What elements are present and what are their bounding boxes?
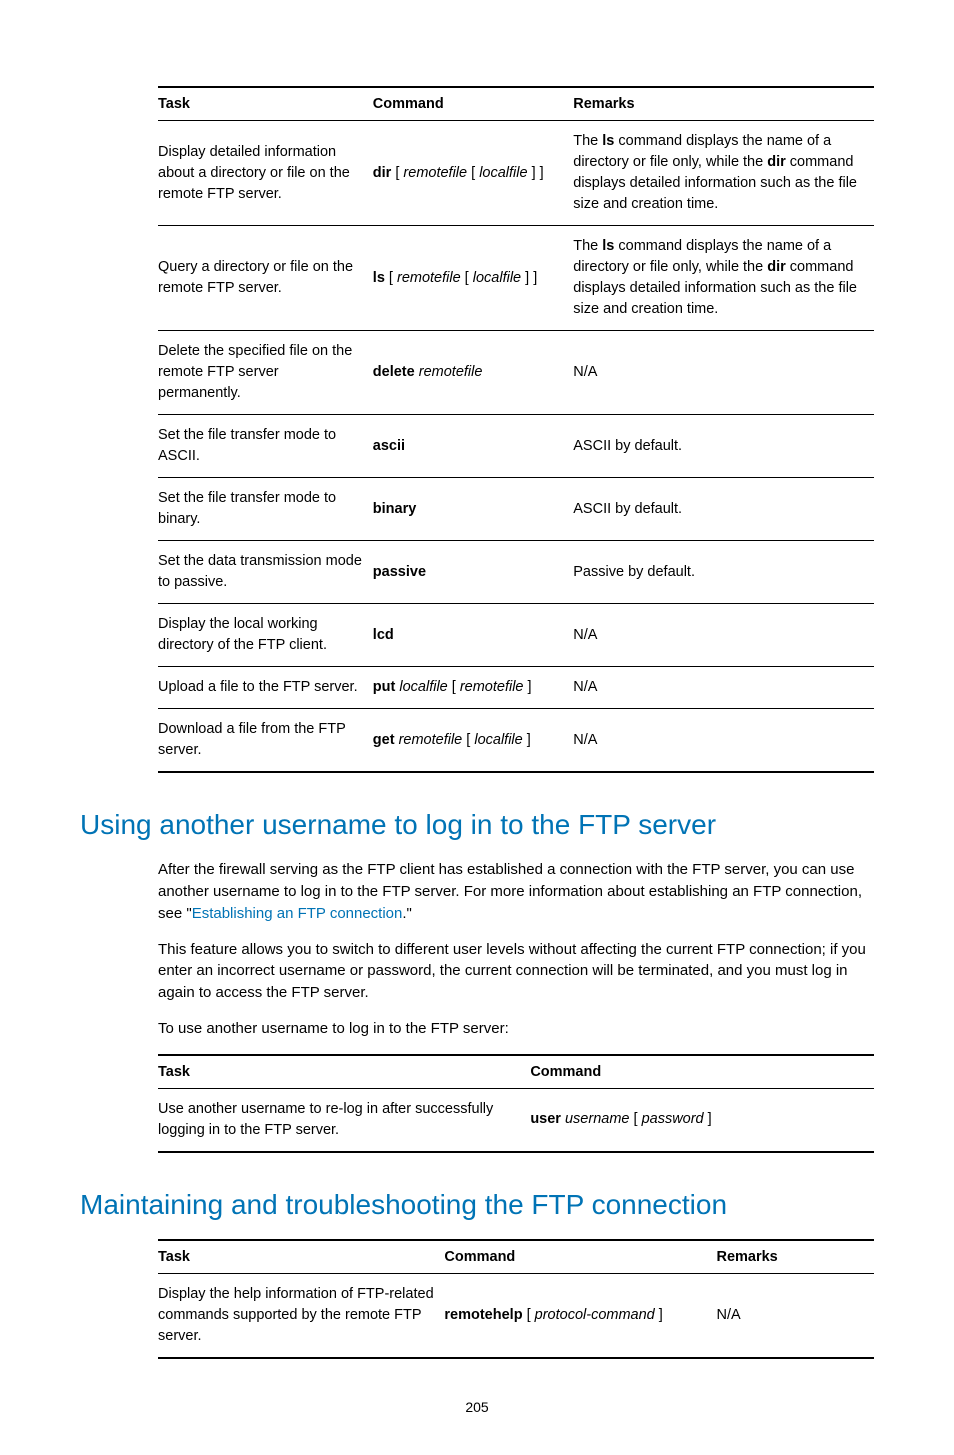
task-cell: Query a directory or file on the remote … (158, 226, 373, 331)
table-row: Display the local working directory of t… (158, 604, 874, 667)
table-header: Command (530, 1055, 874, 1089)
command-cell: ascii (373, 415, 573, 478)
cmd-name: dir (373, 165, 392, 181)
command-cell: user username [ password ] (530, 1088, 874, 1152)
table-row: Set the file transfer mode to ASCII.asci… (158, 415, 874, 478)
table-header: Task (158, 1240, 444, 1274)
page-number: 205 (80, 1399, 874, 1415)
table-row: Set the file transfer mode to binary.bin… (158, 478, 874, 541)
cmd-args: [ protocol-command ] (523, 1307, 663, 1323)
paragraph: After the firewall serving as the FTP cl… (158, 859, 874, 924)
remarks-cell: N/A (573, 709, 874, 773)
table-header: Task (158, 87, 373, 121)
table-header: Command (373, 87, 573, 121)
command-cell: lcd (373, 604, 573, 667)
paragraph: This feature allows you to switch to dif… (158, 939, 874, 1004)
remarks-cell: ASCII by default. (573, 478, 874, 541)
table-row: Set the data transmission mode to passiv… (158, 541, 874, 604)
command-cell: ls [ remotefile [ localfile ] ] (373, 226, 573, 331)
command-cell: delete remotefile (373, 331, 573, 415)
task-cell: Use another username to re-log in after … (158, 1088, 530, 1152)
task-cell: Delete the specified file on the remote … (158, 331, 373, 415)
cmd-name: lcd (373, 627, 394, 643)
task-cell: Set the file transfer mode to ASCII. (158, 415, 373, 478)
table-row: Display the help information of FTP-rela… (158, 1273, 874, 1358)
maintain-table: Task Command Remarks Display the help in… (158, 1239, 874, 1359)
section-heading-maintaining: Maintaining and troubleshooting the FTP … (80, 1189, 874, 1221)
table-header: Remarks (716, 1240, 874, 1274)
command-cell: remotehelp [ protocol-command ] (444, 1273, 716, 1358)
command-cell: get remotefile [ localfile ] (373, 709, 573, 773)
table-header: Task (158, 1055, 530, 1089)
remarks-cell: N/A (573, 667, 874, 709)
task-cell: Upload a file to the FTP server. (158, 667, 373, 709)
remarks-cell: ASCII by default. (573, 415, 874, 478)
cmd-name: user (530, 1111, 561, 1127)
text: ." (402, 905, 412, 922)
command-cell: binary (373, 478, 573, 541)
ftp-commands-table: Task Command Remarks Display detailed in… (158, 86, 874, 773)
table-header: Remarks (573, 87, 874, 121)
task-cell: Display detailed information about a dir… (158, 121, 373, 226)
remarks-cell: N/A (573, 331, 874, 415)
cmd-name: delete (373, 364, 415, 380)
table-row: Delete the specified file on the remote … (158, 331, 874, 415)
task-cell: Download a file from the FTP server. (158, 709, 373, 773)
table-row: Download a file from the FTP server.get … (158, 709, 874, 773)
cmd-name: ls (373, 270, 385, 286)
task-cell: Set the data transmission mode to passiv… (158, 541, 373, 604)
remarks-cell: The ls command displays the name of a di… (573, 121, 874, 226)
table-header: Command (444, 1240, 716, 1274)
remarks-cell: Passive by default. (573, 541, 874, 604)
user-command-table: Task Command Use another username to re-… (158, 1054, 874, 1153)
section-heading-username: Using another username to log in to the … (80, 809, 874, 841)
link-establishing-ftp-connection[interactable]: Establishing an FTP connection (192, 905, 403, 922)
task-cell: Set the file transfer mode to binary. (158, 478, 373, 541)
remarks-cell: N/A (573, 604, 874, 667)
cmd-name: remotehelp (444, 1307, 522, 1323)
task-cell: Display the help information of FTP-rela… (158, 1273, 444, 1358)
cmd-name: passive (373, 564, 426, 580)
table-row: Display detailed information about a dir… (158, 121, 874, 226)
cmd-name: get (373, 732, 395, 748)
cmd-args: username [ password ] (561, 1111, 712, 1127)
cmd-name: ascii (373, 438, 405, 454)
command-cell: put localfile [ remotefile ] (373, 667, 573, 709)
command-cell: dir [ remotefile [ localfile ] ] (373, 121, 573, 226)
task-cell: Display the local working directory of t… (158, 604, 373, 667)
remarks-cell: The ls command displays the name of a di… (573, 226, 874, 331)
cmd-name: put (373, 679, 396, 695)
paragraph: To use another username to log in to the… (158, 1018, 874, 1040)
table-row: Use another username to re-log in after … (158, 1088, 874, 1152)
remarks-cell: N/A (716, 1273, 874, 1358)
command-cell: passive (373, 541, 573, 604)
table-row: Query a directory or file on the remote … (158, 226, 874, 331)
cmd-name: binary (373, 501, 417, 517)
table-row: Upload a file to the FTP server.put loca… (158, 667, 874, 709)
